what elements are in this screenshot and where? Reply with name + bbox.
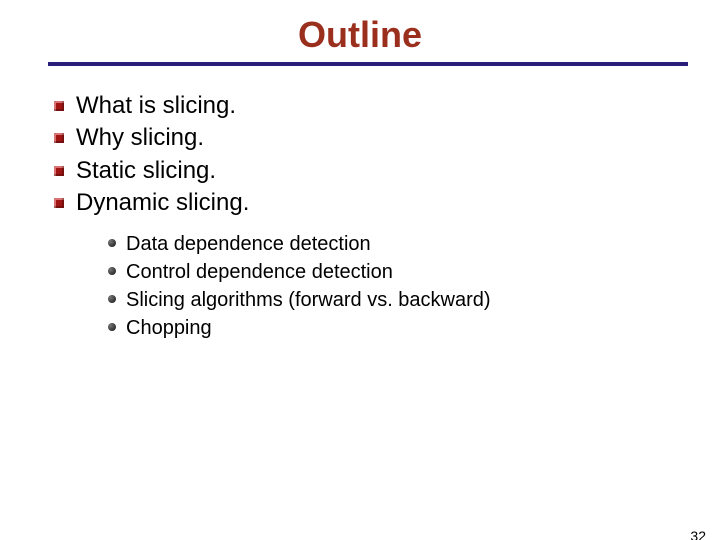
list-item-label: Static slicing. [76, 157, 216, 184]
content-area: What is slicing. Why slicing. Static sli… [48, 90, 720, 342]
page-number: 32 [690, 528, 706, 540]
list-item: What is slicing. [48, 90, 720, 122]
slide: Outline What is slicing. Why slicing. St… [0, 14, 720, 540]
main-list: What is slicing. Why slicing. Static sli… [48, 90, 720, 220]
title-rule [48, 62, 688, 66]
list-item: Control dependence detection [104, 258, 720, 286]
list-item-label: Chopping [126, 317, 212, 339]
list-item-label: Data dependence detection [126, 233, 371, 255]
list-item: Slicing algorithms (forward vs. backward… [104, 286, 720, 314]
list-item: Chopping [104, 314, 720, 342]
list-item-label: Why slicing. [76, 124, 204, 151]
list-item: Dynamic slicing. [48, 187, 720, 219]
slide-title: Outline [0, 14, 720, 56]
list-item: Data dependence detection [104, 230, 720, 258]
list-item-label: Control dependence detection [126, 261, 393, 283]
list-item-label: Dynamic slicing. [76, 189, 249, 216]
list-item: Why slicing. [48, 122, 720, 154]
list-item-label: What is slicing. [76, 92, 236, 119]
list-item-label: Slicing algorithms (forward vs. backward… [126, 289, 491, 311]
list-item: Static slicing. [48, 155, 720, 187]
sub-list: Data dependence detection Control depend… [104, 230, 720, 342]
